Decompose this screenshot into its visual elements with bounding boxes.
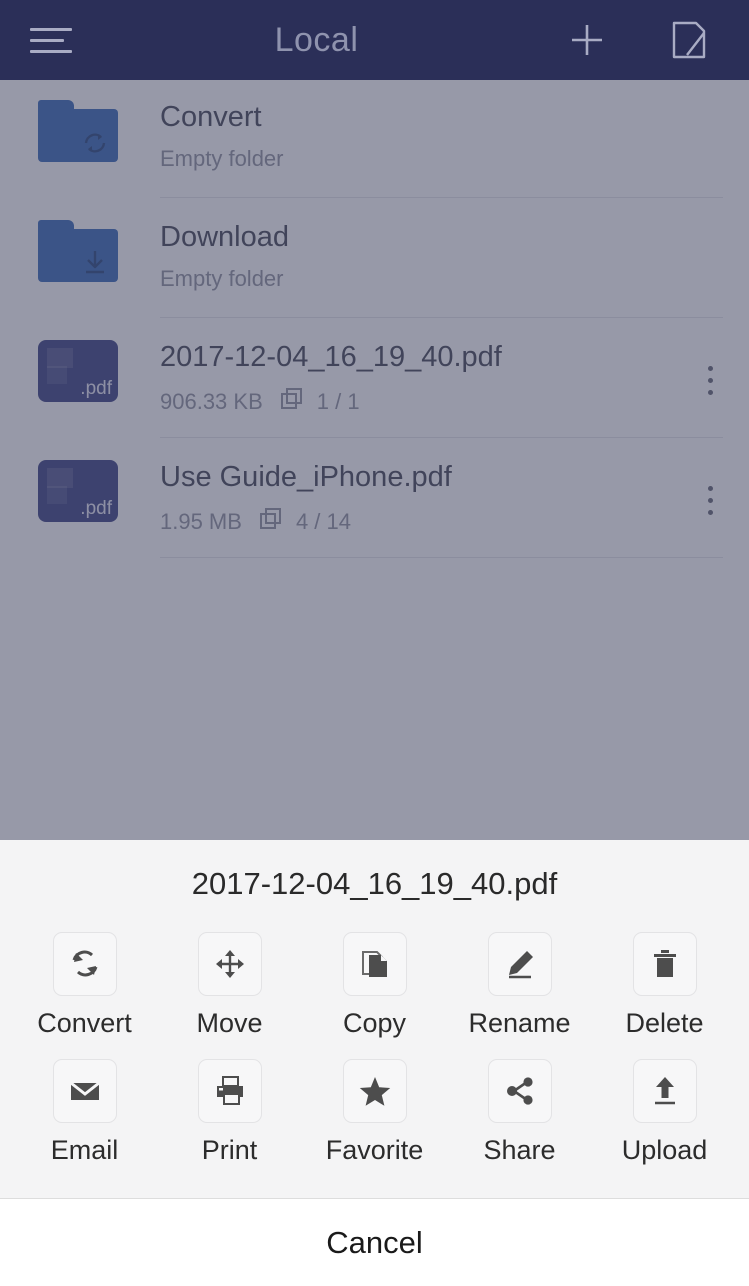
page-count: 1 / 1: [279, 386, 360, 418]
action-label: Delete: [625, 1008, 704, 1038]
list-item-body: Download Empty folder: [160, 214, 723, 318]
pdf-file-icon: .pdf: [38, 334, 120, 402]
share-nodes-icon: [487, 1059, 552, 1123]
list-item-meta: 1.95 MB 4 / 14: [160, 506, 711, 538]
action-label: Email: [50, 1135, 119, 1165]
pdf-file-icon: .pdf: [38, 454, 120, 522]
list-item[interactable]: .pdf Use Guide_iPhone.pdf 1.95 MB 4 / 14: [0, 440, 749, 560]
list-item-meta: Empty folder: [160, 146, 711, 172]
envelope-icon: [52, 1059, 117, 1123]
action-label: Move: [196, 1008, 263, 1038]
page-title: Local: [274, 20, 359, 59]
edit-document-icon[interactable]: [669, 19, 709, 61]
action-label: Share: [483, 1135, 556, 1165]
action-sheet-title: 2017-12-04_16_19_40.pdf: [191, 866, 558, 901]
list-item-body: Convert Empty folder: [160, 94, 723, 198]
action-label: Copy: [342, 1008, 407, 1038]
move-arrows-icon: [197, 932, 262, 996]
star-icon: [342, 1059, 407, 1123]
list-item[interactable]: Download Empty folder: [0, 200, 749, 320]
pdf-ext-label: .pdf: [80, 498, 112, 519]
action-delete[interactable]: Delete: [592, 932, 737, 1039]
copy-documents-icon: [342, 932, 407, 996]
list-item-name: Convert: [160, 101, 262, 133]
row-more-menu-icon[interactable]: [708, 486, 713, 515]
list-item-name: Download: [160, 221, 289, 253]
action-label: Upload: [621, 1135, 708, 1165]
pages-icon: [279, 386, 305, 418]
list-item-meta: 906.33 KB 1 / 1: [160, 386, 711, 418]
action-label: Favorite: [325, 1135, 424, 1165]
file-size: 906.33 KB: [160, 389, 263, 414]
list-item-name: Use Guide_iPhone.pdf: [160, 461, 452, 493]
list-item-subtitle: Empty folder: [160, 266, 284, 291]
folder-sync-icon: [38, 94, 120, 162]
folder-download-icon: [38, 214, 120, 282]
upload-arrow-icon: [632, 1059, 697, 1123]
action-sheet: 2017-12-04_16_19_40.pdf Convert Move Cop…: [0, 840, 749, 1198]
action-convert[interactable]: Convert: [12, 932, 157, 1039]
action-label: Convert: [37, 1008, 132, 1038]
app-header: Local: [0, 0, 749, 80]
trash-can-icon: [632, 932, 697, 996]
action-print[interactable]: Print: [157, 1059, 302, 1166]
list-item-name: 2017-12-04_16_19_40.pdf: [160, 341, 502, 373]
plus-icon[interactable]: [567, 20, 607, 60]
pages-icon: [258, 506, 284, 538]
printer-icon: [197, 1059, 262, 1123]
action-label: Rename: [468, 1008, 571, 1038]
file-size: 1.95 MB: [160, 509, 242, 534]
action-upload[interactable]: Upload: [592, 1059, 737, 1166]
convert-sync-icon: [52, 932, 117, 996]
header-actions: [567, 19, 709, 61]
action-email[interactable]: Email: [12, 1059, 157, 1166]
pencil-edit-icon: [487, 932, 552, 996]
cancel-button[interactable]: Cancel: [0, 1199, 749, 1286]
row-more-menu-icon[interactable]: [708, 366, 713, 395]
action-share[interactable]: Share: [447, 1059, 592, 1166]
hamburger-line: [30, 38, 64, 42]
list-item-body: Use Guide_iPhone.pdf 1.95 MB 4 / 14: [160, 454, 723, 558]
pdf-ext-label: .pdf: [80, 378, 112, 399]
action-label: Print: [201, 1135, 258, 1165]
list-item[interactable]: .pdf 2017-12-04_16_19_40.pdf 906.33 KB 1…: [0, 320, 749, 440]
list-item-body: 2017-12-04_16_19_40.pdf 906.33 KB 1 / 1: [160, 334, 723, 438]
page-count: 4 / 14: [258, 506, 351, 538]
action-favorite[interactable]: Favorite: [302, 1059, 447, 1166]
pages-text: 4 / 14: [295, 509, 351, 534]
list-item-meta: Empty folder: [160, 266, 711, 292]
action-rename[interactable]: Rename: [447, 932, 592, 1039]
pages-text: 1 / 1: [316, 389, 360, 414]
action-move[interactable]: Move: [157, 932, 302, 1039]
file-list: Convert Empty folder Download Empty fold…: [0, 80, 749, 840]
list-item[interactable]: Convert Empty folder: [0, 80, 749, 200]
list-item-subtitle: Empty folder: [160, 146, 284, 171]
action-copy[interactable]: Copy: [302, 932, 447, 1039]
action-grid: Convert Move Copy Rename Delete Email Pr…: [0, 932, 749, 1166]
